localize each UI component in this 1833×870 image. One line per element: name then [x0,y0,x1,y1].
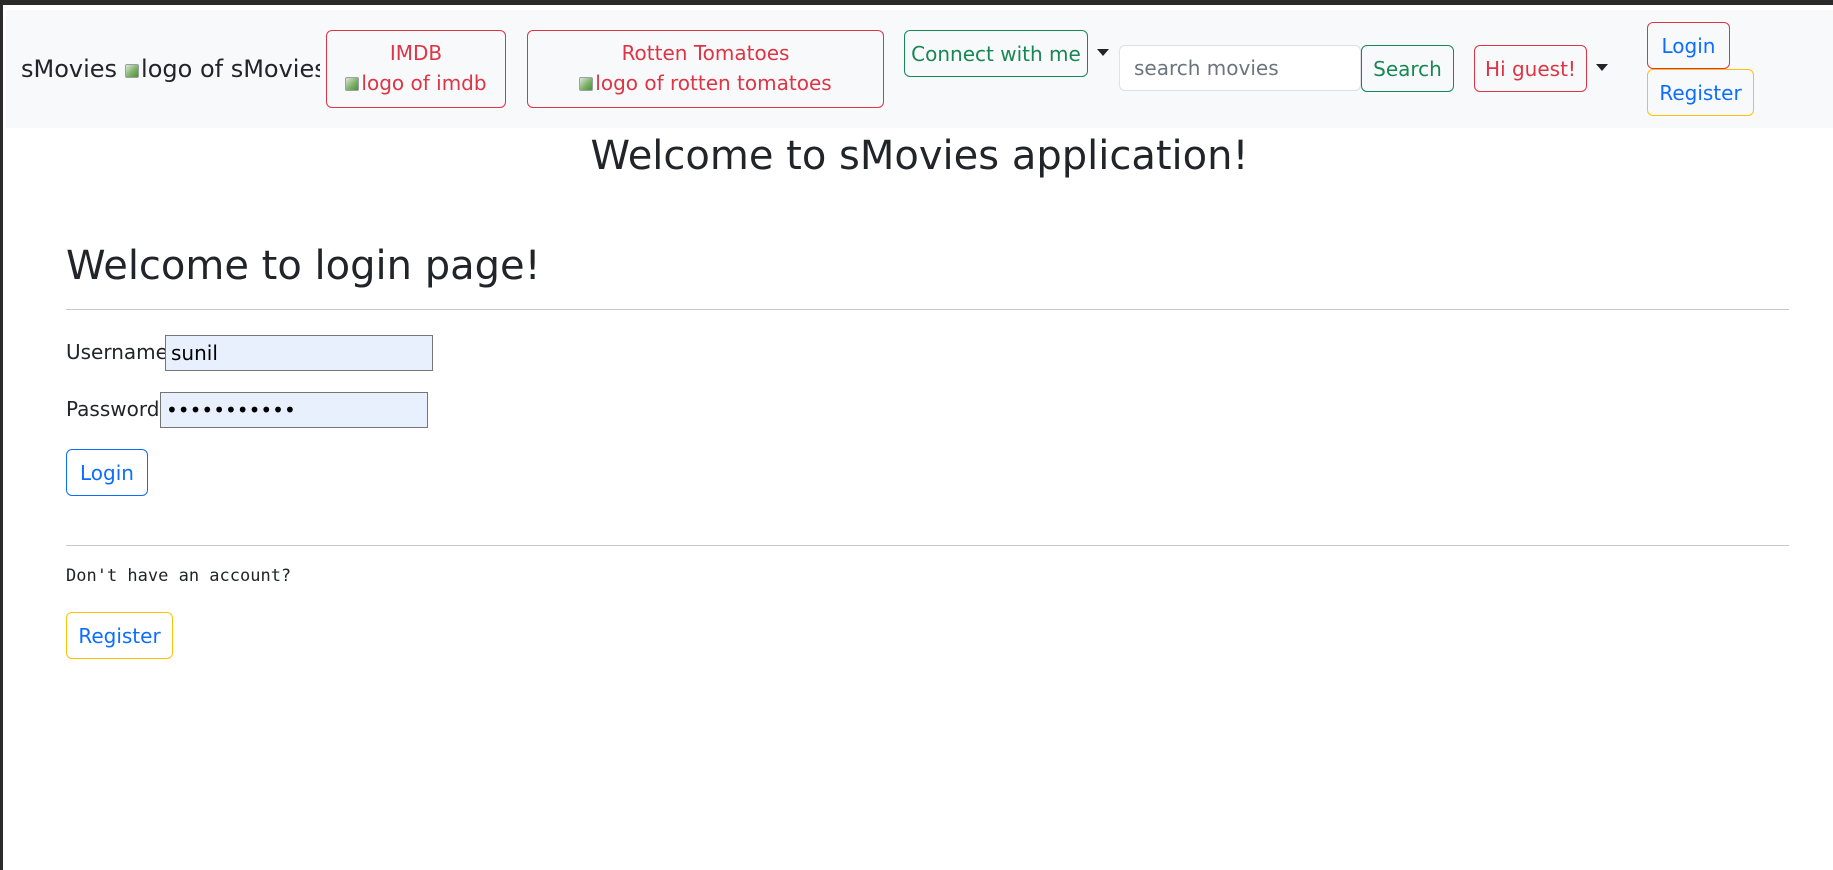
connect-caret-down-icon[interactable] [1097,49,1109,56]
browser-viewport: sMovies logo of sMovies IMDB logo of imdb… [0,0,1833,870]
rotten-tomatoes-logo-alt: logo of rotten tomatoes [595,71,832,95]
imdb-label: IMDB [389,41,443,65]
page-title: Welcome to login page! [66,243,541,289]
divider [66,545,1789,546]
navbar: sMovies logo of sMovies IMDB logo of imdb… [6,10,1833,128]
imdb-logo: logo of imdb [327,71,505,95]
brand-text: sMovies [21,55,118,83]
divider [66,309,1789,310]
search-input[interactable] [1119,45,1361,91]
login-submit-button[interactable]: Login [66,449,148,496]
password-label: Password: [66,397,167,421]
brand[interactable]: sMovies logo of sMovies [21,55,320,83]
greeting-caret-down-icon[interactable] [1596,64,1608,71]
imdb-link[interactable]: IMDB logo of imdb [326,30,506,108]
app-title: Welcome to sMovies application! [590,133,1249,179]
broken-image-icon [579,77,594,91]
connect-button[interactable]: Connect with me [904,30,1088,77]
register-button[interactable]: Register [66,612,173,659]
broken-image-icon [125,64,140,78]
username-label: Username: [66,340,175,364]
greeting-dropdown[interactable]: Hi guest! [1474,45,1587,92]
brand-logo-alt: logo of sMovies [141,55,321,83]
nav-register-button[interactable]: Register [1647,69,1754,116]
rotten-tomatoes-link[interactable]: Rotten Tomatoes logo of rotten tomatoes [527,30,884,108]
password-field[interactable] [160,392,428,428]
broken-image-icon [345,77,360,91]
rotten-tomatoes-label: Rotten Tomatoes [621,41,790,65]
nav-login-button[interactable]: Login [1647,22,1730,69]
rotten-tomatoes-logo: logo of rotten tomatoes [528,71,883,95]
no-account-text: Don't have an account? [66,566,292,586]
search-button[interactable]: Search [1361,45,1454,92]
brand-logo: logo of sMovies [125,55,320,83]
imdb-logo-alt: logo of imdb [361,71,487,95]
username-field[interactable] [165,335,433,371]
